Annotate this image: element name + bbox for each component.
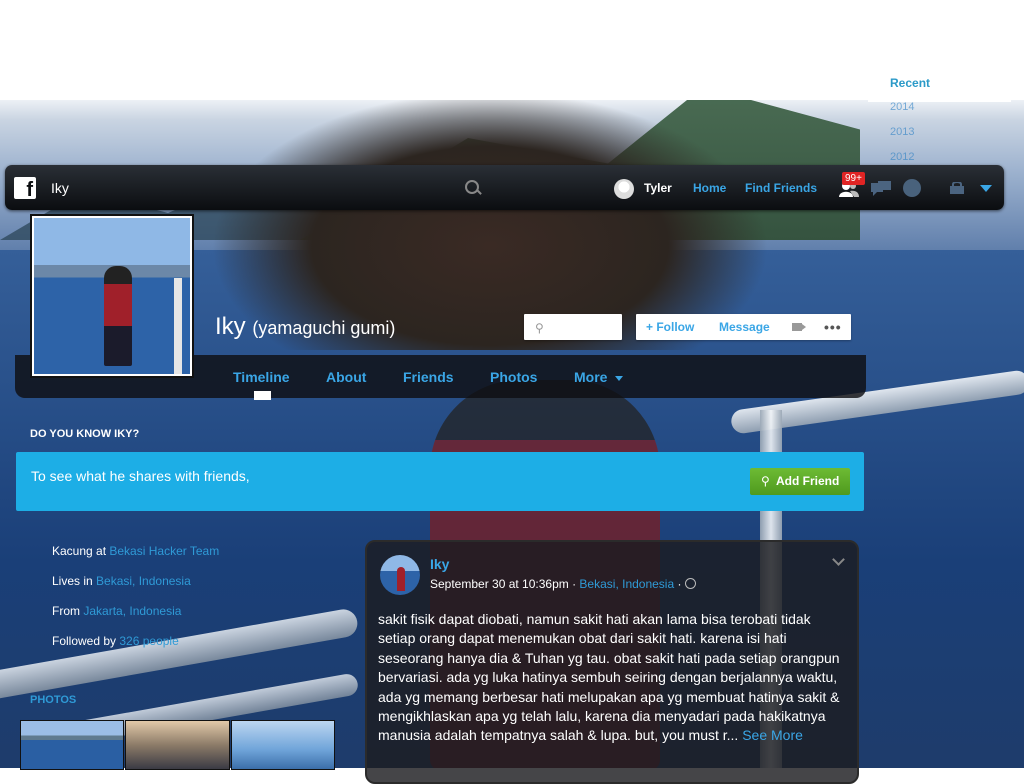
tab-photos[interactable]: Photos bbox=[490, 369, 537, 385]
post-meta: September 30 at 10:36pm · Bekasi, Indone… bbox=[430, 577, 696, 591]
search-input[interactable]: Iky bbox=[51, 180, 69, 196]
search-icon[interactable] bbox=[465, 180, 479, 194]
more-options-icon[interactable]: ••• bbox=[824, 319, 842, 335]
post-author-name[interactable]: Iky bbox=[430, 556, 449, 572]
active-tab-indicator bbox=[254, 391, 271, 400]
intro-followers-link[interactable]: 326 people bbox=[119, 634, 178, 648]
follow-button[interactable]: + Follow bbox=[646, 320, 694, 334]
home-link[interactable]: Home bbox=[693, 181, 726, 195]
photos-title[interactable]: PHOTOS bbox=[30, 694, 76, 706]
profile-picture-image bbox=[34, 218, 190, 374]
facebook-logo[interactable]: f bbox=[14, 177, 36, 199]
video-call-icon[interactable] bbox=[792, 323, 806, 331]
photo-thumbnail[interactable] bbox=[231, 720, 335, 770]
profile-actions-group: + Follow Message ••• bbox=[636, 314, 851, 340]
tab-more[interactable]: More bbox=[574, 369, 607, 385]
profile-picture-railing bbox=[174, 278, 182, 374]
user-avatar[interactable] bbox=[614, 179, 634, 199]
intro-lives-prefix: Lives in bbox=[52, 574, 97, 588]
group-photo-people bbox=[210, 90, 770, 350]
tab-friends[interactable]: Friends bbox=[403, 369, 454, 385]
do-you-know-text: To see what he shares with friends, bbox=[31, 468, 250, 484]
see-more-link[interactable]: See More bbox=[742, 727, 803, 743]
tab-timeline[interactable]: Timeline bbox=[233, 369, 290, 385]
intro-followers-prefix: Followed by bbox=[52, 634, 120, 648]
profile-picture-person bbox=[104, 266, 132, 366]
intro-work-prefix: Kacung at bbox=[52, 544, 110, 558]
profile-name-text: Iky bbox=[215, 313, 246, 340]
timeline-post: Iky September 30 at 10:36pm · Bekasi, In… bbox=[365, 540, 859, 784]
add-friend-header-button[interactable]: ⚲ bbox=[524, 314, 622, 340]
post-body: sakit fisik dapat diobati, namun sakit h… bbox=[378, 610, 848, 746]
profile-alternate-name: (yamaguchi gumi) bbox=[252, 318, 396, 338]
intro-from-prefix: From bbox=[52, 604, 84, 618]
add-friend-button[interactable]: ⚲ Add Friend bbox=[750, 468, 850, 495]
recent-year-2013[interactable]: 2013 bbox=[890, 126, 914, 138]
photo-thumbnail[interactable] bbox=[20, 720, 124, 770]
privacy-globe-icon[interactable] bbox=[684, 578, 696, 589]
add-friend-icon: ⚲ bbox=[761, 474, 770, 488]
do-you-know-banner: To see what he shares with friends, ⚲ Ad… bbox=[16, 452, 864, 511]
intro-from-link[interactable]: Jakarta, Indonesia bbox=[83, 604, 181, 618]
post-author-avatar[interactable] bbox=[380, 555, 420, 595]
post-meta-separator: · bbox=[674, 577, 685, 591]
do-you-know-title: DO YOU KNOW IKY? bbox=[30, 428, 140, 440]
post-options-chevron-icon[interactable] bbox=[832, 553, 845, 566]
intro-lives: Lives in Bekasi, Indonesia bbox=[52, 574, 191, 588]
messages-icon[interactable] bbox=[871, 181, 891, 197]
intro-from: From Jakarta, Indonesia bbox=[52, 604, 181, 618]
post-text: sakit fisik dapat diobati, namun sakit h… bbox=[378, 611, 840, 744]
privacy-lock-icon[interactable] bbox=[950, 182, 964, 194]
tab-about[interactable]: About bbox=[326, 369, 366, 385]
add-friend-icon: ⚲ bbox=[535, 321, 544, 335]
find-friends-link[interactable]: Find Friends bbox=[745, 181, 817, 195]
recent-year-2012[interactable]: 2012 bbox=[890, 151, 914, 163]
top-navigation-bar: f Iky Tyler Home Find Friends 99+ bbox=[5, 165, 1004, 210]
profile-name[interactable]: Iky (yamaguchi gumi) bbox=[215, 313, 395, 341]
intro-work: Kacung at Bekasi Hacker Team bbox=[52, 544, 219, 558]
intro-followers: Followed by 326 people bbox=[52, 634, 179, 648]
user-name-link[interactable]: Tyler bbox=[644, 181, 672, 195]
post-date[interactable]: September 30 at 10:36pm · bbox=[430, 577, 579, 591]
account-caret-icon[interactable] bbox=[980, 185, 992, 192]
notifications-globe-icon[interactable] bbox=[903, 179, 921, 197]
post-location[interactable]: Bekasi, Indonesia bbox=[579, 577, 674, 591]
profile-picture[interactable] bbox=[30, 214, 194, 378]
message-button[interactable]: Message bbox=[719, 320, 770, 334]
add-friend-label: Add Friend bbox=[776, 474, 840, 488]
photo-thumbnail[interactable] bbox=[125, 720, 230, 770]
recent-year-2014[interactable]: 2014 bbox=[890, 101, 914, 113]
friend-requests-badge: 99+ bbox=[842, 172, 865, 185]
more-caret-icon bbox=[615, 376, 623, 381]
intro-work-link[interactable]: Bekasi Hacker Team bbox=[109, 544, 219, 558]
intro-lives-link[interactable]: Bekasi, Indonesia bbox=[96, 574, 191, 588]
recent-link[interactable]: Recent bbox=[890, 76, 930, 90]
